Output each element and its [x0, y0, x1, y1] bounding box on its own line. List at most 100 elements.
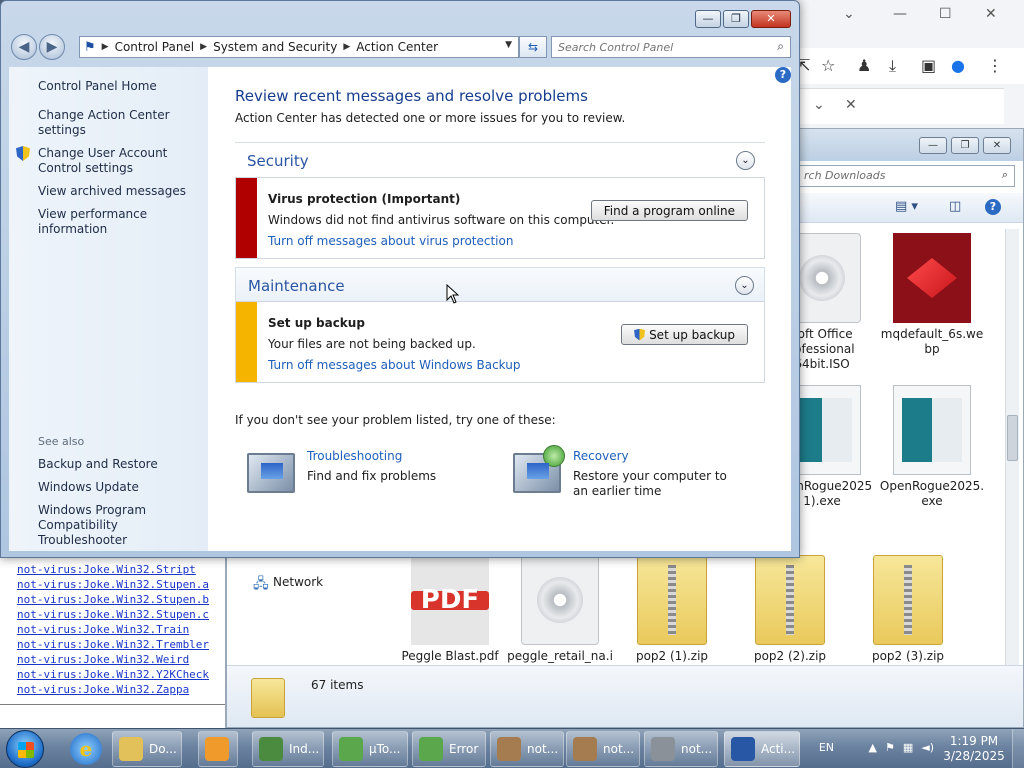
view-performance-information-link[interactable]: View performance information	[38, 207, 208, 237]
file-item[interactable]: pop2 (2).zip	[735, 555, 845, 664]
file-red-icon	[893, 233, 971, 323]
troubleshooting-link[interactable]: Troubleshooting	[307, 449, 402, 463]
turn-off-backup-messages-link[interactable]: Turn off messages about Windows Backup	[268, 358, 764, 372]
search-input[interactable]	[552, 37, 752, 57]
mouse-cursor-icon	[446, 284, 460, 304]
maintenance-header[interactable]: Maintenance ⌄	[235, 267, 765, 301]
address-bar[interactable]: ⚑ ▶ Control Panel ▶ System and Security …	[79, 36, 519, 58]
backup-and-restore-link[interactable]: Backup and Restore	[38, 457, 206, 472]
file-item[interactable]: OpenRogue2025. exe	[877, 385, 987, 509]
bookmark-star-icon[interactable]: ☆	[821, 56, 835, 75]
change-uac-settings-link[interactable]: Change User Account Control settings	[38, 146, 208, 176]
close-button[interactable]: ✕	[983, 137, 1011, 154]
minimize-button[interactable]: —	[919, 137, 947, 154]
view-archived-messages-link[interactable]: View archived messages	[38, 184, 208, 199]
list-item[interactable]: not-virus:Joke.Win32.Y2KCheck	[17, 667, 225, 682]
explorer-search-input[interactable]: rch Downloads ⌕	[797, 165, 1015, 187]
scrollbar-thumb[interactable]	[1007, 415, 1018, 461]
taskbar-button[interactable]: not...	[644, 731, 718, 767]
back-button[interactable]: ◀	[11, 34, 37, 60]
control-panel-home-link[interactable]: Control Panel Home	[38, 79, 208, 94]
list-item[interactable]: not-virus:Joke.Win32.Zappa	[17, 682, 225, 697]
maximize-icon[interactable]: ☐	[939, 6, 952, 22]
extensions-icon[interactable]: ♟	[857, 56, 871, 75]
clock-time: 1:19 PM	[949, 734, 999, 748]
security-header[interactable]: Security ⌄	[235, 143, 765, 177]
troubleshooting-description: Find and fix problems	[307, 469, 437, 483]
recovery-link[interactable]: Recovery	[573, 449, 629, 463]
minimize-icon[interactable]: —	[893, 6, 907, 22]
close-button[interactable]: ✕	[751, 10, 791, 28]
taskbar-button[interactable]: not...	[566, 731, 640, 767]
help-icon[interactable]: ?	[775, 67, 791, 83]
profile-icon[interactable]: ●	[951, 56, 965, 75]
taskbar-button[interactable]: not...	[490, 731, 564, 767]
vertical-scrollbar[interactable]	[1005, 229, 1019, 665]
list-item[interactable]: not-virus:Joke.Win32.Weird	[17, 652, 225, 667]
start-button[interactable]	[6, 730, 44, 768]
file-exe-icon	[893, 385, 971, 475]
chevron-down-icon[interactable]: ⌄	[813, 97, 825, 113]
find-program-online-button[interactable]: Find a program online	[590, 200, 748, 221]
action-center-flag-icon[interactable]: ⚑	[885, 741, 895, 754]
taskbar-button[interactable]	[198, 731, 238, 767]
search-icon: ⌕	[1001, 168, 1008, 181]
set-up-backup-button[interactable]: Set up backup	[621, 324, 748, 345]
file-item[interactable]: peggle_retail_na.i so	[505, 555, 615, 679]
windows-update-link[interactable]: Windows Update	[38, 480, 206, 495]
search-control-panel: ⌕	[551, 36, 791, 58]
file-item[interactable]: pop2 (3).zip	[853, 555, 963, 664]
close-icon[interactable]: ✕	[845, 97, 857, 113]
see-also-links: Backup and Restore Windows Update Window…	[38, 457, 206, 556]
taskbar-button[interactable]: Do...	[112, 731, 182, 767]
breadcrumb-action-center[interactable]: Action Center	[356, 40, 438, 54]
show-hidden-icons-icon[interactable]: ▲	[868, 741, 876, 754]
list-item[interactable]: not-virus:Joke.Win32.Stript	[17, 562, 225, 577]
search-icon[interactable]: ⌕	[777, 39, 784, 54]
volume-icon[interactable]: ◄)	[921, 741, 934, 754]
list-item[interactable]: not-virus:Joke.Win32.Stupen.c	[17, 607, 225, 622]
preview-pane-icon[interactable]: ◫	[949, 199, 961, 214]
help-icon[interactable]: ?	[985, 199, 1001, 215]
maximize-button[interactable]: ❐	[951, 137, 979, 154]
breadcrumb-control-panel[interactable]: Control Panel	[115, 40, 195, 54]
list-item[interactable]: not-virus:Joke.Win32.Trembler	[17, 637, 225, 652]
change-action-center-settings-link[interactable]: Change Action Center settings	[38, 108, 208, 138]
maintenance-heading: Maintenance	[248, 277, 345, 295]
recovery-icon[interactable]	[513, 445, 565, 493]
list-item[interactable]: not-virus:Joke.Win32.Train	[17, 622, 225, 637]
close-icon[interactable]: ✕	[985, 6, 997, 22]
taskbar-button[interactable]: µTo...	[332, 731, 408, 767]
menu-icon[interactable]: ⋮	[987, 56, 1003, 75]
language-indicator[interactable]: EN	[819, 741, 834, 754]
troubleshooting-icon[interactable]	[247, 453, 295, 493]
list-item[interactable]: not-virus:Joke.Win32.Stupen.a	[17, 577, 225, 592]
refresh-button[interactable]: ⇆	[519, 36, 547, 58]
chevron-down-icon[interactable]: ⌄	[735, 276, 754, 295]
internet-explorer-icon[interactable]: e	[70, 733, 102, 765]
chevron-down-icon[interactable]: ▼	[505, 40, 512, 50]
network-icon[interactable]: ▦	[903, 741, 913, 754]
maximize-button[interactable]: ❐	[723, 10, 749, 28]
file-item[interactable]: mqdefault_6s.we bp	[877, 233, 987, 357]
compatibility-troubleshooter-link[interactable]: Windows Program Compatibility Troublesho…	[38, 503, 206, 548]
taskbar-button[interactable]: Acti...	[724, 731, 800, 767]
file-item[interactable]: pop2 (1).zip	[617, 555, 727, 664]
breadcrumb-system-security[interactable]: System and Security	[213, 40, 337, 54]
taskbar-button[interactable]: Ind...	[252, 731, 324, 767]
file-name: mqdefault_6s.we bp	[880, 327, 984, 356]
view-options-icon[interactable]: ▤ ▾	[895, 199, 918, 214]
forward-button[interactable]: ▶	[39, 34, 65, 60]
download-icon[interactable]: ⤓	[889, 56, 896, 76]
chevron-down-icon[interactable]: ⌄	[736, 151, 755, 170]
sidepanel-icon[interactable]: ▣	[921, 56, 936, 75]
turn-off-virus-messages-link[interactable]: Turn off messages about virus protection	[268, 234, 764, 248]
list-item[interactable]: not-virus:Joke.Win32.Stupen.b	[17, 592, 225, 607]
nav-item-network[interactable]: 🖧 Network	[227, 569, 387, 599]
file-item[interactable]: PDF Peggle Blast.pdf	[395, 555, 505, 664]
taskbar-button[interactable]: Error	[412, 731, 486, 767]
clock[interactable]: 1:19 PM 3/28/2025	[938, 734, 1010, 764]
show-desktop-button[interactable]	[1012, 729, 1024, 768]
minimize-button[interactable]: —	[695, 10, 721, 28]
chevron-down-icon[interactable]: ⌄	[843, 6, 855, 22]
